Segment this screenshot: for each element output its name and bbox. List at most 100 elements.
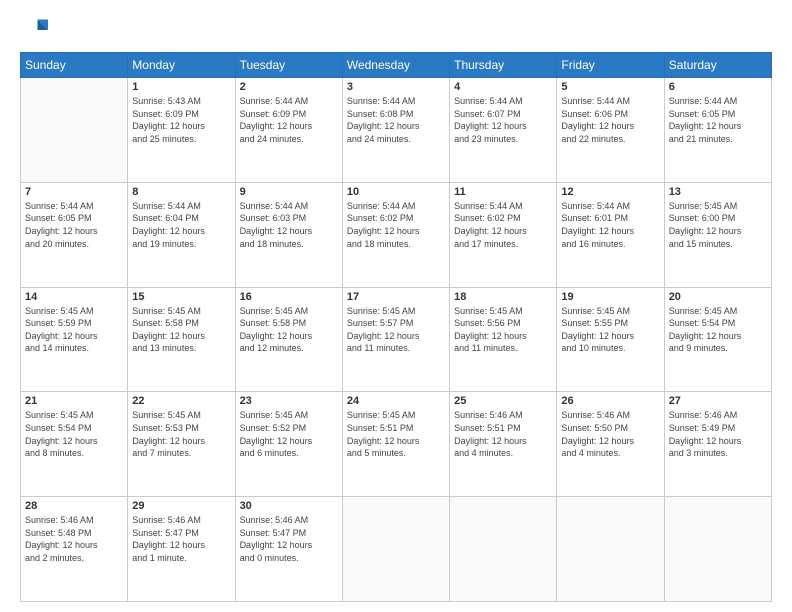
day-number: 9 (240, 186, 338, 198)
calendar-table: SundayMondayTuesdayWednesdayThursdayFrid… (20, 52, 772, 602)
header (20, 16, 772, 44)
day-info: Sunrise: 5:45 AMSunset: 5:54 PMDaylight:… (669, 305, 767, 355)
calendar-cell: 5 Sunrise: 5:44 AMSunset: 6:06 PMDaylight… (557, 78, 664, 183)
day-number: 13 (669, 186, 767, 198)
calendar-cell: 20 Sunrise: 5:45 AMSunset: 5:54 PMDayligh… (664, 287, 771, 392)
day-number: 1 (132, 81, 230, 93)
day-number: 25 (454, 395, 552, 407)
day-number: 11 (454, 186, 552, 198)
calendar-header-row: SundayMondayTuesdayWednesdayThursdayFrid… (21, 53, 772, 78)
day-number: 19 (561, 291, 659, 303)
day-number: 16 (240, 291, 338, 303)
day-info: Sunrise: 5:45 AMSunset: 5:52 PMDaylight:… (240, 409, 338, 459)
day-info: Sunrise: 5:46 AMSunset: 5:47 PMDaylight:… (132, 514, 230, 564)
day-info: Sunrise: 5:44 AMSunset: 6:08 PMDaylight:… (347, 95, 445, 145)
calendar-week-row: 14 Sunrise: 5:45 AMSunset: 5:59 PMDayligh… (21, 287, 772, 392)
day-number: 27 (669, 395, 767, 407)
day-number: 4 (454, 81, 552, 93)
day-number: 20 (669, 291, 767, 303)
calendar-week-row: 7 Sunrise: 5:44 AMSunset: 6:05 PMDaylight… (21, 182, 772, 287)
day-info: Sunrise: 5:45 AMSunset: 5:56 PMDaylight:… (454, 305, 552, 355)
day-info: Sunrise: 5:45 AMSunset: 5:55 PMDaylight:… (561, 305, 659, 355)
day-info: Sunrise: 5:44 AMSunset: 6:05 PMDaylight:… (669, 95, 767, 145)
calendar-cell: 6 Sunrise: 5:44 AMSunset: 6:05 PMDaylight… (664, 78, 771, 183)
calendar-cell: 17 Sunrise: 5:45 AMSunset: 5:57 PMDayligh… (342, 287, 449, 392)
calendar-cell: 29 Sunrise: 5:46 AMSunset: 5:47 PMDayligh… (128, 497, 235, 602)
day-info: Sunrise: 5:44 AMSunset: 6:06 PMDaylight:… (561, 95, 659, 145)
calendar-cell: 16 Sunrise: 5:45 AMSunset: 5:58 PMDayligh… (235, 287, 342, 392)
day-info: Sunrise: 5:44 AMSunset: 6:03 PMDaylight:… (240, 200, 338, 250)
calendar-cell: 25 Sunrise: 5:46 AMSunset: 5:51 PMDayligh… (450, 392, 557, 497)
page: SundayMondayTuesdayWednesdayThursdayFrid… (0, 0, 792, 612)
day-number: 15 (132, 291, 230, 303)
day-info: Sunrise: 5:44 AMSunset: 6:02 PMDaylight:… (347, 200, 445, 250)
calendar-cell: 19 Sunrise: 5:45 AMSunset: 5:55 PMDayligh… (557, 287, 664, 392)
calendar-cell: 27 Sunrise: 5:46 AMSunset: 5:49 PMDayligh… (664, 392, 771, 497)
day-info: Sunrise: 5:46 AMSunset: 5:47 PMDaylight:… (240, 514, 338, 564)
day-info: Sunrise: 5:46 AMSunset: 5:51 PMDaylight:… (454, 409, 552, 459)
day-info: Sunrise: 5:45 AMSunset: 5:53 PMDaylight:… (132, 409, 230, 459)
day-info: Sunrise: 5:45 AMSunset: 5:54 PMDaylight:… (25, 409, 123, 459)
day-info: Sunrise: 5:46 AMSunset: 5:50 PMDaylight:… (561, 409, 659, 459)
calendar-cell (342, 497, 449, 602)
day-info: Sunrise: 5:46 AMSunset: 5:49 PMDaylight:… (669, 409, 767, 459)
day-number: 26 (561, 395, 659, 407)
calendar-cell (664, 497, 771, 602)
day-info: Sunrise: 5:43 AMSunset: 6:09 PMDaylight:… (132, 95, 230, 145)
day-number: 17 (347, 291, 445, 303)
day-number: 24 (347, 395, 445, 407)
day-number: 5 (561, 81, 659, 93)
day-header: Saturday (664, 53, 771, 78)
day-header: Monday (128, 53, 235, 78)
day-number: 29 (132, 500, 230, 512)
day-info: Sunrise: 5:45 AMSunset: 6:00 PMDaylight:… (669, 200, 767, 250)
calendar-cell (450, 497, 557, 602)
day-number: 3 (347, 81, 445, 93)
calendar-cell: 13 Sunrise: 5:45 AMSunset: 6:00 PMDayligh… (664, 182, 771, 287)
day-header: Friday (557, 53, 664, 78)
calendar-week-row: 1 Sunrise: 5:43 AMSunset: 6:09 PMDaylight… (21, 78, 772, 183)
day-header: Thursday (450, 53, 557, 78)
day-info: Sunrise: 5:44 AMSunset: 6:01 PMDaylight:… (561, 200, 659, 250)
day-info: Sunrise: 5:45 AMSunset: 5:58 PMDaylight:… (132, 305, 230, 355)
calendar-cell: 9 Sunrise: 5:44 AMSunset: 6:03 PMDaylight… (235, 182, 342, 287)
calendar-cell (557, 497, 664, 602)
calendar-cell: 23 Sunrise: 5:45 AMSunset: 5:52 PMDayligh… (235, 392, 342, 497)
day-header: Sunday (21, 53, 128, 78)
calendar-week-row: 21 Sunrise: 5:45 AMSunset: 5:54 PMDayligh… (21, 392, 772, 497)
day-number: 14 (25, 291, 123, 303)
calendar-cell: 10Sunrise: 5:44 AMSunset: 6:02 PMDayligh… (342, 182, 449, 287)
calendar-cell (21, 78, 128, 183)
calendar-cell: 26 Sunrise: 5:46 AMSunset: 5:50 PMDayligh… (557, 392, 664, 497)
calendar-cell: 22 Sunrise: 5:45 AMSunset: 5:53 PMDayligh… (128, 392, 235, 497)
day-number: 22 (132, 395, 230, 407)
logo (20, 16, 52, 44)
day-header: Tuesday (235, 53, 342, 78)
day-number: 6 (669, 81, 767, 93)
calendar-cell: 24 Sunrise: 5:45 AMSunset: 5:51 PMDayligh… (342, 392, 449, 497)
calendar-cell: 8 Sunrise: 5:44 AMSunset: 6:04 PMDaylight… (128, 182, 235, 287)
day-number: 8 (132, 186, 230, 198)
calendar-cell: 15 Sunrise: 5:45 AMSunset: 5:58 PMDayligh… (128, 287, 235, 392)
day-info: Sunrise: 5:45 AMSunset: 5:57 PMDaylight:… (347, 305, 445, 355)
day-info: Sunrise: 5:46 AMSunset: 5:48 PMDaylight:… (25, 514, 123, 564)
day-info: Sunrise: 5:45 AMSunset: 5:58 PMDaylight:… (240, 305, 338, 355)
day-header: Wednesday (342, 53, 449, 78)
day-number: 18 (454, 291, 552, 303)
calendar-cell: 4 Sunrise: 5:44 AMSunset: 6:07 PMDaylight… (450, 78, 557, 183)
day-number: 21 (25, 395, 123, 407)
calendar-cell: 11 Sunrise: 5:44 AMSunset: 6:02 PMDayligh… (450, 182, 557, 287)
day-info: Sunrise: 5:44 AMSunset: 6:07 PMDaylight:… (454, 95, 552, 145)
calendar-cell: 1 Sunrise: 5:43 AMSunset: 6:09 PMDaylight… (128, 78, 235, 183)
day-info: Sunrise: 5:44 AMSunset: 6:05 PMDaylight:… (25, 200, 123, 250)
day-number: 7 (25, 186, 123, 198)
day-info: Sunrise: 5:44 AMSunset: 6:09 PMDaylight:… (240, 95, 338, 145)
day-info: Sunrise: 5:45 AMSunset: 5:51 PMDaylight:… (347, 409, 445, 459)
day-info: Sunrise: 5:44 AMSunset: 6:02 PMDaylight:… (454, 200, 552, 250)
calendar-cell: 28Sunrise: 5:46 AMSunset: 5:48 PMDayligh… (21, 497, 128, 602)
day-info: Sunrise: 5:45 AMSunset: 5:59 PMDaylight:… (25, 305, 123, 355)
calendar-cell: 7 Sunrise: 5:44 AMSunset: 6:05 PMDaylight… (21, 182, 128, 287)
calendar-cell: 3 Sunrise: 5:44 AMSunset: 6:08 PMDaylight… (342, 78, 449, 183)
day-number: 23 (240, 395, 338, 407)
day-info: Sunrise: 5:44 AMSunset: 6:04 PMDaylight:… (132, 200, 230, 250)
